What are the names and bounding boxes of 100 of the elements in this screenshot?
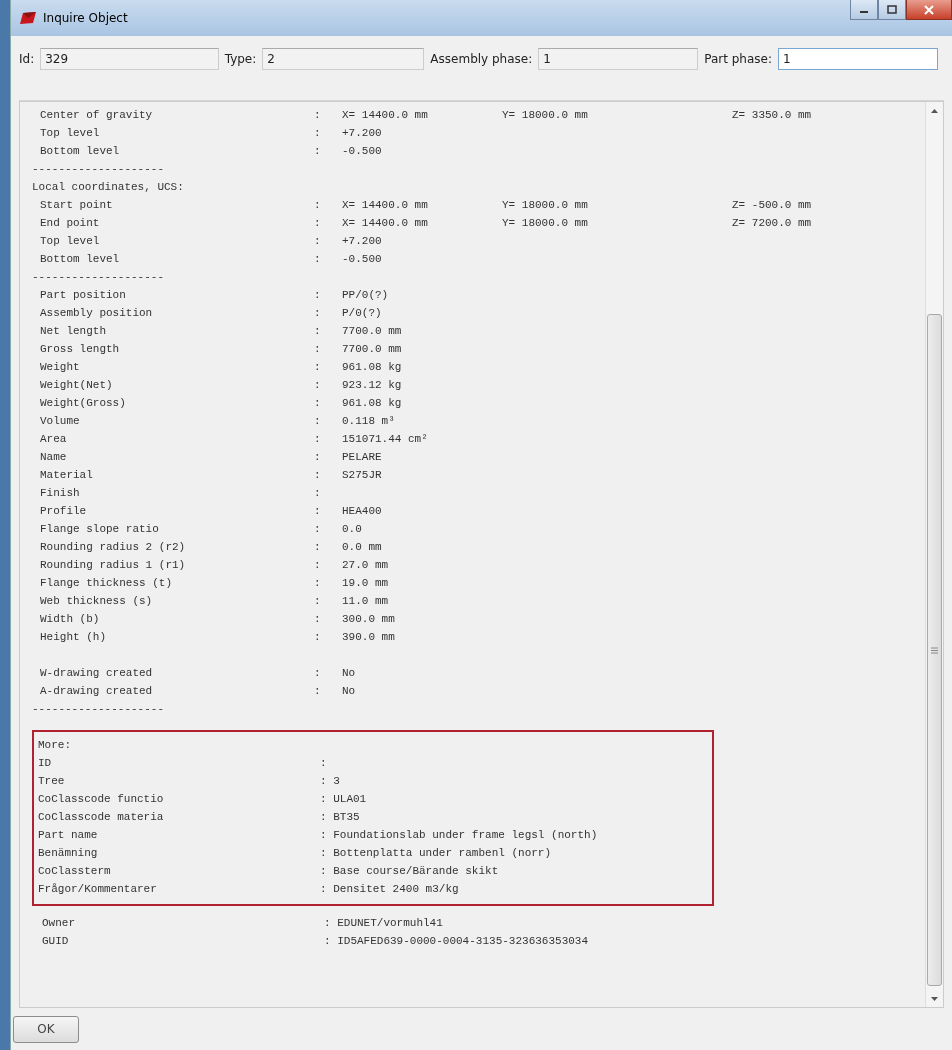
property-value: 0.0 [342, 523, 363, 535]
colon: : [314, 325, 322, 337]
property-label: Top level [39, 127, 101, 139]
separator-line: -------------------- [32, 703, 165, 715]
close-icon[interactable] [923, 4, 935, 15]
property-label: Rounding radius 2 (r2) [39, 541, 187, 553]
close-button[interactable] [906, 0, 952, 20]
colon: : [314, 631, 322, 643]
property-label: Center of gravity [39, 109, 154, 121]
colon: : [314, 307, 322, 319]
property-value: : 3 [320, 775, 341, 787]
property-value: HEA400 [342, 505, 383, 517]
colon: : [314, 613, 322, 625]
property-value: 19.0 mm [342, 577, 390, 589]
property-value: 7700.0 mm [342, 325, 403, 337]
ok-button[interactable]: OK [13, 1015, 79, 1043]
input-field[interactable]: 1 [778, 48, 938, 70]
colon: : [314, 415, 322, 427]
property-value: +7.200 [342, 235, 383, 247]
app-icon [19, 11, 37, 25]
property-label: Weight [39, 361, 81, 373]
property-value: 390.0 mm [342, 631, 396, 643]
property-label: Volume [39, 415, 81, 427]
colon: : [314, 487, 322, 499]
field-label: Assembly phase: [430, 52, 533, 66]
section-heading: More: [38, 739, 71, 751]
scroll-thumb[interactable] [927, 314, 942, 986]
property-label: Material [39, 469, 94, 481]
property-value: : ID5AFED639-0000-0004-3135-323636353034 [324, 935, 590, 947]
property-label: Finish [39, 487, 81, 499]
property-label: Owner [42, 917, 76, 929]
field-label: Id: [19, 52, 35, 66]
property-value: 7700.0 mm [342, 343, 403, 355]
property-value: : Densitet 2400 m3/kg [320, 883, 460, 895]
property-label: Flange thickness (t) [39, 577, 174, 589]
property-label: CoClasscode materia [38, 811, 165, 823]
colon: : [314, 397, 322, 409]
property-value: Y= 18000.0 mm [502, 217, 589, 229]
property-value: +7.200 [342, 127, 383, 139]
minimize-button[interactable] [850, 0, 878, 20]
scroll-down-icon[interactable] [931, 996, 938, 1001]
colon: : [314, 361, 322, 373]
property-value: : BT35 [320, 811, 361, 823]
property-label: Bottom level [39, 253, 121, 265]
colon: : [314, 379, 322, 391]
colon: : [314, 433, 322, 445]
property-label: ID [38, 757, 53, 769]
scrollbar[interactable] [925, 102, 943, 1007]
colon: : [314, 505, 322, 517]
separator-line: -------------------- [32, 163, 165, 175]
property-value: : [320, 757, 328, 769]
colon: : [314, 235, 322, 247]
property-label: CoClassterm [38, 865, 112, 877]
colon: : [314, 199, 322, 211]
property-value: 961.08 kg [342, 397, 403, 409]
property-value: : EDUNET/vormuhl41 [324, 917, 444, 929]
property-label: Area [39, 433, 68, 445]
maximize-icon[interactable] [887, 5, 897, 14]
property-label: CoClasscode functio [38, 793, 165, 805]
property-value: 27.0 mm [342, 559, 390, 571]
property-value: PP/0(?) [342, 289, 390, 301]
property-label: Rounding radius 1 (r1) [39, 559, 187, 571]
colon: : [314, 451, 322, 463]
property-value: 961.08 kg [342, 361, 403, 373]
property-value: P/0(?) [342, 307, 383, 319]
maximize-button[interactable] [878, 0, 906, 20]
property-label: Weight(Gross) [39, 397, 127, 409]
grip-icon [931, 646, 938, 654]
property-value: S275JR [342, 469, 383, 481]
property-value: 923.12 kg [342, 379, 403, 391]
property-value: 0.118 m³ [342, 415, 396, 427]
property-value: : Bottenplatta under rambenl (norr) [320, 847, 553, 859]
property-label: Top level [39, 235, 101, 247]
property-value: : Base course/Bärande skikt [320, 865, 500, 877]
property-label: Part name [38, 829, 99, 841]
input-field[interactable]: 2 [262, 48, 425, 70]
input-field[interactable]: 329 [40, 48, 219, 70]
property-value: X= 14400.0 mm [342, 217, 429, 229]
colon: : [314, 667, 322, 679]
scroll-up-icon[interactable] [931, 108, 938, 113]
input-field[interactable]: 1 [538, 48, 699, 70]
property-value: : Foundationslab under frame legsl (north) [320, 829, 599, 841]
colon: : [314, 343, 322, 355]
property-label: GUID [42, 935, 70, 947]
field-label: Type: [224, 52, 257, 66]
field-label: Part phase: [704, 52, 772, 66]
property-label: Benämning [38, 847, 99, 859]
property-label: Gross length [39, 343, 121, 355]
colon: : [314, 523, 322, 535]
property-label: Height (h) [39, 631, 107, 643]
property-value: No [342, 685, 357, 697]
property-label: Weight(Net) [39, 379, 114, 391]
property-value: X= 14400.0 mm [342, 199, 429, 211]
property-label: Name [39, 451, 68, 463]
property-label: Profile [39, 505, 88, 517]
property-label: Frågor/Kommentarer [38, 883, 158, 895]
property-label: Flange slope ratio [39, 523, 160, 535]
property-value: PELARE [342, 451, 383, 463]
colon: : [314, 577, 322, 589]
property-value: : ULA01 [320, 793, 368, 805]
